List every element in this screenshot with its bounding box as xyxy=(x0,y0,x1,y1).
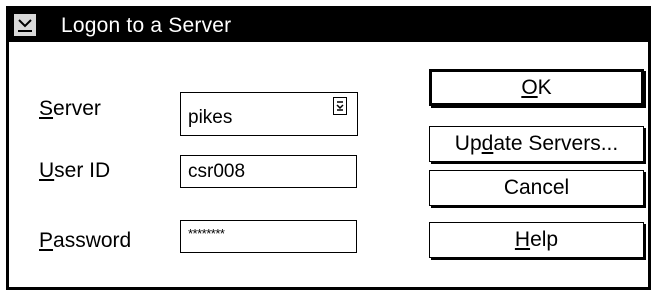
system-menu-button[interactable] xyxy=(13,13,37,37)
server-label: Server xyxy=(39,96,101,121)
user-id-input[interactable] xyxy=(181,156,356,187)
update-servers-label-start: Up xyxy=(454,132,482,155)
user-id-label: User ID xyxy=(39,158,110,183)
dropdown-arrow-icon xyxy=(334,98,346,114)
server-dropdown-button[interactable] xyxy=(333,97,347,115)
cancel-label: Cancel xyxy=(503,176,570,199)
user-id-label-mnemonic: U xyxy=(39,159,55,182)
server-label-text: erver xyxy=(53,97,101,120)
system-menu-icon xyxy=(14,14,36,36)
help-button[interactable]: Help xyxy=(429,222,644,258)
server-input[interactable] xyxy=(181,93,357,135)
ok-mnemonic: O xyxy=(521,76,538,99)
server-label-mnemonic: S xyxy=(39,97,54,120)
password-input[interactable] xyxy=(181,221,356,252)
update-servers-mnemonic: d xyxy=(481,132,494,155)
password-label-mnemonic: P xyxy=(39,229,54,252)
server-combobox[interactable] xyxy=(180,92,358,136)
dialog-title: Logon to a Server xyxy=(61,14,232,37)
logon-dialog: Logon to a Server Server User ID Passwor… xyxy=(6,6,651,290)
ok-button[interactable]: OK xyxy=(429,69,644,106)
user-id-field[interactable] xyxy=(180,155,357,188)
password-label: Password xyxy=(39,228,131,253)
update-servers-label-end: ate Servers... xyxy=(493,132,619,155)
title-bar[interactable]: Logon to a Server xyxy=(9,9,648,42)
update-servers-button[interactable]: Update Servers... xyxy=(429,126,644,162)
user-id-label-text: ser ID xyxy=(54,159,111,182)
cancel-button[interactable]: Cancel xyxy=(429,170,644,206)
help-mnemonic: H xyxy=(514,228,531,251)
password-field[interactable] xyxy=(180,220,357,253)
ok-label: K xyxy=(537,76,552,99)
help-label: elp xyxy=(530,228,559,251)
password-label-text: assword xyxy=(53,229,132,252)
